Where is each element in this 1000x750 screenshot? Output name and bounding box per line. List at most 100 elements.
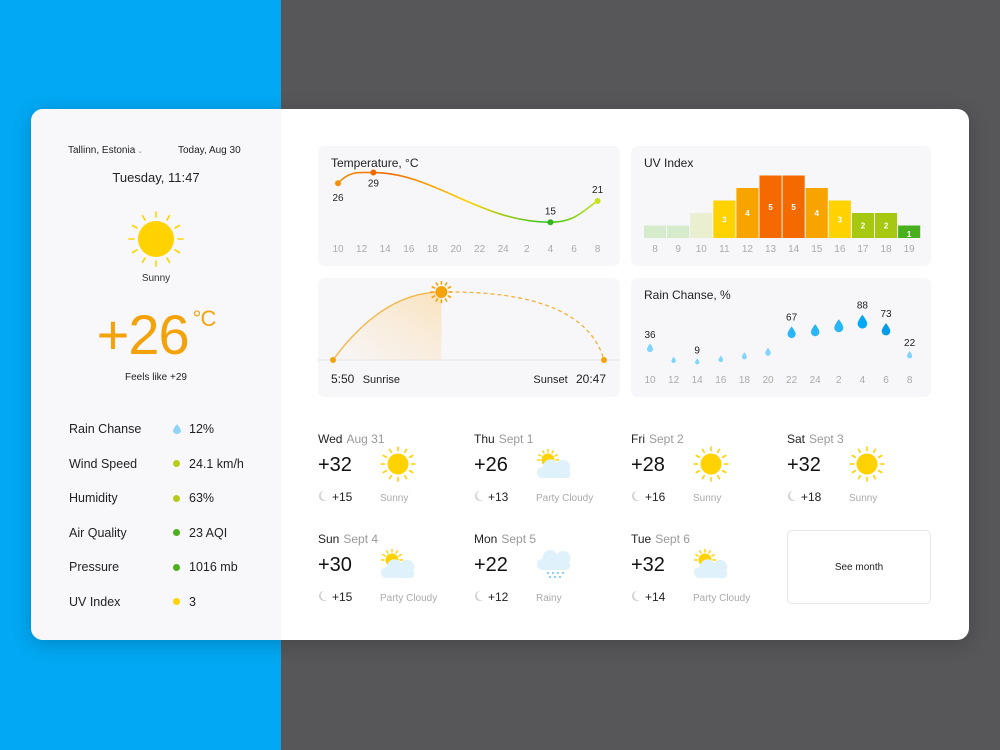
location-selector[interactable]: Tallinn, Estonia ⌄ [68, 145, 143, 156]
forecast-condition: Sunny [849, 493, 878, 504]
temperature-x-tick: 24 [498, 244, 510, 255]
uv-x-tick: 13 [765, 244, 777, 255]
uv-x-tick: 18 [880, 244, 892, 255]
rain-x-tick: 10 [644, 375, 656, 386]
sun-ray [431, 295, 436, 299]
sunset-label: Sunset [533, 374, 568, 386]
forecast-condition: Party Cloudy [693, 593, 751, 604]
forecast-day[interactable]: Thu Sept 1 +26 +13 Party Cloudy [474, 432, 624, 517]
stat-label: Wind Speed [69, 456, 138, 471]
uv-index-panel: UV Index 8 9 10 3 11 4 12 5 13 5 14 4 15 3 16 2 17 2 18 1 19 [631, 146, 931, 266]
sun-panel: 5:50 Sunrise Sunset 20:47 [318, 278, 620, 397]
day-name: Mon [474, 532, 498, 546]
rain-x-tick: 22 [786, 375, 798, 386]
sun-ray [701, 448, 706, 454]
forecast-day-name: Fri Sept 2 [631, 432, 684, 446]
temperature-point [594, 197, 601, 204]
sun-disc [138, 221, 174, 257]
rainy-icon [536, 549, 571, 578]
forecast-day-name: Tue Sept 6 [631, 532, 690, 546]
sun-ray [382, 469, 388, 474]
raindrop-icon [718, 355, 724, 363]
uv-bar-label: 4 [815, 209, 820, 218]
temperature-x-tick: 16 [403, 244, 415, 255]
moon-icon [319, 491, 327, 501]
raindrop-icon [765, 347, 771, 356]
temperature-point-label: 21 [592, 185, 604, 196]
sun-ray [701, 474, 706, 480]
sun-ray [131, 224, 138, 229]
status-dot-icon [173, 598, 180, 606]
see-month-button[interactable]: See month [787, 530, 931, 604]
forecast-day[interactable]: Sat Sept 3 +32 +18 Sunny [787, 432, 937, 517]
raindrop-icon [695, 358, 700, 365]
uv-x-tick: 8 [652, 244, 658, 255]
current-datetime: Tuesday, 11:47 [112, 170, 200, 185]
rain-x-tick: 12 [668, 375, 680, 386]
sun-ray [444, 282, 448, 286]
forecast-high: +28 [631, 454, 665, 476]
sun-icon [128, 211, 184, 267]
raindrop-icon [907, 351, 913, 359]
rain-x-tick: 14 [692, 375, 704, 386]
sun-ray [388, 474, 393, 480]
day-name: Fri [631, 432, 645, 446]
partly-cloudy-icon [380, 548, 415, 578]
raindrop-icon [881, 323, 891, 336]
uv-bar [667, 225, 690, 238]
rain-x-tick: 24 [810, 375, 822, 386]
rain-chance-chart: 36 10 12 9 14 16 18 20 67 22 24 2 88 4 73 6 22 8 [644, 300, 916, 386]
sun-ray [431, 285, 436, 289]
uv-bar [690, 213, 713, 238]
uv-x-tick: 19 [904, 244, 916, 255]
sun-ray [388, 448, 393, 454]
sun-ray [857, 474, 862, 480]
sun-disc [700, 453, 722, 475]
sunset-time: 20:47 [575, 372, 606, 386]
moon-icon [475, 591, 483, 601]
temperature-unit: °C [192, 306, 217, 331]
forecast-condition: Sunny [380, 493, 409, 504]
sun-ray [716, 448, 721, 454]
forecast-day[interactable]: Sun Sept 4 +30 +15 Party Cloudy [318, 532, 468, 617]
rain-x-tick: 16 [715, 375, 727, 386]
day-date: Sept 1 [498, 432, 534, 446]
sunrise-info: 5:50 Sunrise [331, 372, 400, 386]
uv-bar [644, 225, 667, 238]
forecast-high: +32 [318, 454, 352, 476]
temperature-x-tick: 20 [450, 244, 462, 255]
day-name: Sun [318, 532, 340, 546]
status-dot-icon [173, 563, 180, 571]
stat-value: 24.1 km/h [189, 456, 244, 471]
sun-disc [856, 453, 878, 475]
sun-ray [695, 454, 701, 459]
sun-ray [872, 448, 877, 454]
forecast-day[interactable]: Tue Sept 6 +32 +14 Party Cloudy [631, 532, 781, 617]
sunset-point [601, 357, 607, 363]
rain-chance-label: 22 [904, 338, 916, 349]
sun-ray [141, 214, 146, 221]
temperature-chart: 2629152110 12 14 16 18 20 22 24 2 4 6 8 [332, 169, 604, 255]
temperature-point-label: 15 [545, 206, 557, 217]
stat-value: 1016 mb [189, 560, 238, 575]
current-weather-sidebar: Tallinn, Estonia ⌄ Today, Aug 30 Tuesday,… [31, 109, 281, 640]
forecast-day[interactable]: Mon Sept 5 +22 +12 Rainy [474, 532, 624, 617]
temperature-point-label: 29 [368, 179, 380, 190]
sun-ray [857, 448, 862, 454]
forecast-low: +18 [801, 490, 822, 504]
uv-bar-label: 3 [838, 215, 843, 224]
rain-chance-panel: Rain Chanse, % 36 10 12 9 14 16 18 20 67 22 24 2 88 4… [631, 278, 931, 397]
sun-path-remaining [441, 291, 605, 361]
uv-x-tick: 17 [857, 244, 869, 255]
forecast-day[interactable]: Wed Aug 31 +32 +15 Sunny [318, 432, 468, 517]
uv-bar-label: 4 [745, 209, 750, 218]
day-name: Thu [474, 432, 495, 446]
forecast-day[interactable]: Fri Sept 2 +28 +16 Sunny [631, 432, 781, 517]
sunrise-label: Sunrise [362, 374, 400, 386]
sun-ray [435, 298, 439, 302]
stat-row: Wind Speed 24.1 km/h [69, 447, 269, 482]
rain-x-tick: 4 [860, 375, 866, 386]
temperature-point [335, 180, 341, 187]
sunset-info: Sunset 20:47 [533, 372, 606, 386]
uv-index-chart: 8 9 10 3 11 4 12 5 13 5 14 4 15 3 16 2 17 2 18 1 19 [644, 175, 921, 255]
